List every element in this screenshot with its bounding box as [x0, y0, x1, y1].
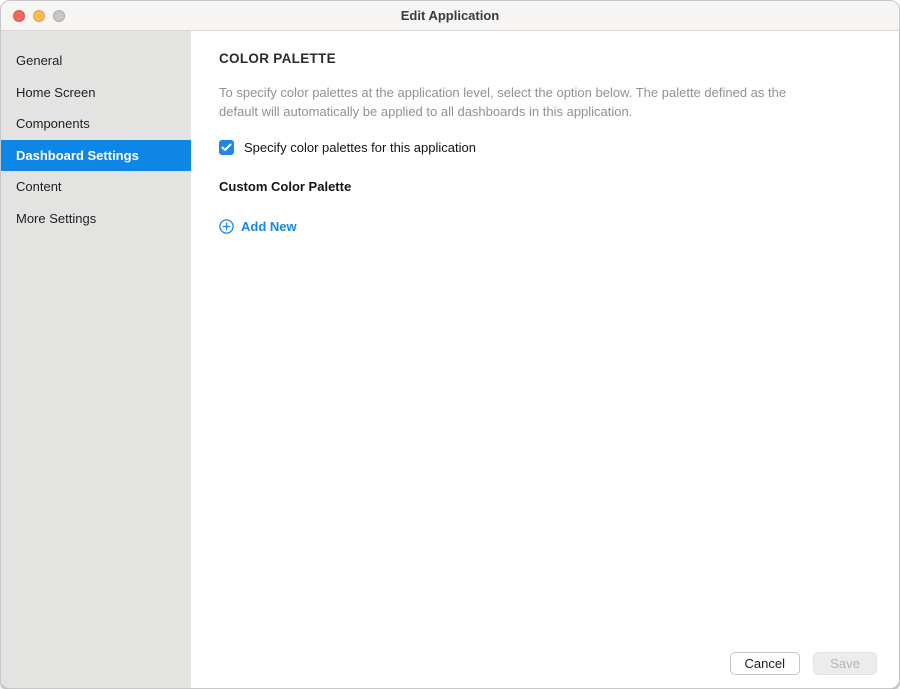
custom-palette-subheading: Custom Color Palette [219, 179, 869, 194]
save-button: Save [813, 652, 877, 675]
main-panel: COLOR PALETTE To specify color palettes … [191, 31, 899, 688]
sidebar-item-dashboard-settings[interactable]: Dashboard Settings [1, 140, 191, 172]
add-new-label: Add New [241, 219, 297, 234]
zoom-button-disabled [53, 10, 65, 22]
section-heading: COLOR PALETTE [219, 51, 869, 66]
close-button[interactable] [13, 10, 25, 22]
sidebar-item-components[interactable]: Components [1, 108, 191, 140]
window-title: Edit Application [1, 8, 899, 23]
cancel-button[interactable]: Cancel [730, 652, 800, 675]
sidebar: General Home Screen Components Dashboard… [1, 31, 191, 688]
specify-palettes-label: Specify color palettes for this applicat… [244, 140, 476, 155]
traffic-lights [13, 1, 65, 30]
edit-application-dialog: Edit Application General Home Screen Com… [0, 0, 900, 689]
sidebar-item-general[interactable]: General [1, 45, 191, 77]
checkmark-icon [221, 143, 232, 152]
specify-palettes-row: Specify color palettes for this applicat… [219, 140, 869, 155]
plus-circle-icon [219, 219, 234, 234]
title-bar: Edit Application [1, 1, 899, 31]
sidebar-item-home-screen[interactable]: Home Screen [1, 77, 191, 109]
add-new-link[interactable]: Add New [219, 219, 297, 234]
sidebar-item-more-settings[interactable]: More Settings [1, 203, 191, 235]
specify-palettes-checkbox[interactable] [219, 140, 234, 155]
footer-actions: Cancel Save [730, 652, 877, 675]
minimize-button[interactable] [33, 10, 45, 22]
sidebar-item-content[interactable]: Content [1, 171, 191, 203]
section-description: To specify color palettes at the applica… [219, 83, 819, 121]
